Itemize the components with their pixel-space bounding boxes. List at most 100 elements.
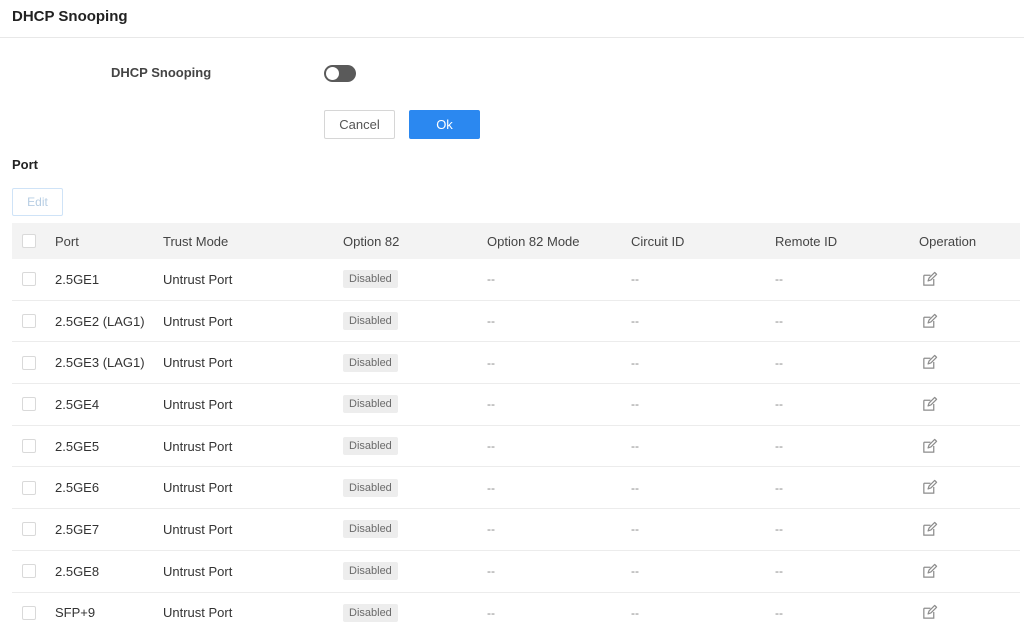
circuit-id-cell: --: [631, 564, 639, 579]
select-all-cell: [22, 223, 36, 259]
operation-cell: [921, 426, 938, 467]
table-row: 2.5GE3 (LAG1) Untrust Port Disabled -- -- --: [12, 342, 1020, 385]
remote-id-cell: --: [775, 605, 783, 620]
option82-cell: Disabled: [343, 426, 398, 467]
operation-cell: [921, 342, 938, 383]
circuit-id-cell: --: [631, 397, 639, 412]
row-checkbox[interactable]: [22, 397, 36, 412]
operation-cell: [921, 467, 938, 508]
option82-mode-cell: --: [487, 439, 495, 454]
port-cell: 2.5GE7: [55, 521, 100, 537]
trust-mode-cell: Untrust Port: [163, 563, 233, 579]
row-select-cell: [22, 551, 36, 592]
table-row: 2.5GE6 Untrust Port Disabled -- -- --: [12, 467, 1020, 510]
table-row: 2.5GE5 Untrust Port Disabled -- -- --: [12, 425, 1020, 468]
page-title: DHCP Snooping: [12, 8, 128, 25]
circuit-id-cell: --: [631, 314, 639, 329]
port-cell: 2.5GE4: [55, 396, 100, 412]
option82-status-badge: Disabled: [343, 353, 398, 372]
edit-icon[interactable]: [921, 354, 938, 371]
option82-mode-cell: --: [487, 564, 495, 579]
option82-mode-cell: --: [487, 522, 495, 537]
row-select-cell: [22, 509, 36, 550]
port-cell: 2.5GE2 (LAG1): [55, 313, 145, 329]
edit-icon[interactable]: [921, 396, 938, 413]
edit-icon[interactable]: [921, 271, 938, 288]
edit-icon[interactable]: [921, 563, 938, 580]
remote-id-cell: --: [775, 314, 783, 329]
option82-mode-cell: --: [487, 605, 495, 620]
option82-mode-cell: --: [487, 480, 495, 495]
column-header-option82[interactable]: Option 82: [343, 223, 399, 259]
row-select-cell: [22, 301, 36, 342]
option82-cell: Disabled: [343, 551, 398, 592]
column-header-operation: Operation: [919, 233, 977, 249]
option82-cell: Disabled: [343, 593, 398, 633]
table-row: 2.5GE8 Untrust Port Disabled -- -- --: [12, 550, 1020, 593]
row-select-cell: [22, 467, 36, 508]
table-header: Port Trust Mode Option 82 Option 82 Mode…: [12, 223, 1020, 259]
row-select-cell: [22, 593, 36, 633]
trust-mode-cell: Untrust Port: [163, 355, 233, 371]
column-header-option82-mode[interactable]: Option 82 Mode: [487, 223, 580, 259]
row-checkbox[interactable]: [22, 522, 36, 537]
row-select-cell: [22, 342, 36, 383]
row-checkbox[interactable]: [22, 355, 36, 370]
trust-mode-cell: Untrust Port: [163, 438, 233, 454]
select-all-checkbox[interactable]: [22, 234, 36, 248]
row-select-cell: [22, 384, 36, 425]
trust-mode-cell: Untrust Port: [163, 480, 233, 496]
edit-icon[interactable]: [921, 313, 938, 330]
option82-status-badge: Disabled: [343, 603, 398, 622]
option82-cell: Disabled: [343, 342, 398, 383]
trust-mode-cell: Untrust Port: [163, 605, 233, 621]
option82-status-badge: Disabled: [343, 312, 398, 331]
edit-button[interactable]: Edit: [12, 188, 63, 216]
option82-status-badge: Disabled: [343, 437, 398, 456]
edit-icon[interactable]: [921, 604, 938, 621]
option82-mode-cell: --: [487, 272, 495, 287]
edit-icon[interactable]: [921, 438, 938, 455]
row-checkbox[interactable]: [22, 480, 36, 495]
table-row: SFP+9 Untrust Port Disabled -- -- --: [12, 592, 1020, 633]
edit-icon[interactable]: [921, 479, 938, 496]
dhcp-snooping-toggle[interactable]: [324, 65, 356, 82]
option82-cell: Disabled: [343, 384, 398, 425]
cancel-button[interactable]: Cancel: [324, 110, 395, 139]
row-checkbox[interactable]: [22, 564, 36, 579]
port-cell: SFP+9: [55, 605, 96, 621]
option82-cell: Disabled: [343, 509, 398, 550]
operation-cell: [921, 551, 938, 592]
option82-cell: Disabled: [343, 467, 398, 508]
table-row: 2.5GE4 Untrust Port Disabled -- -- --: [12, 384, 1020, 426]
port-table: Port Trust Mode Option 82 Option 82 Mode…: [12, 223, 1020, 633]
circuit-id-cell: --: [631, 605, 639, 620]
operation-cell: [921, 301, 938, 342]
port-cell: 2.5GE8: [55, 563, 100, 579]
column-header-trust-mode[interactable]: Trust Mode: [163, 223, 228, 259]
remote-id-cell: --: [775, 439, 783, 454]
option82-status-badge: Disabled: [343, 270, 398, 289]
remote-id-cell: --: [775, 480, 783, 495]
row-checkbox[interactable]: [22, 314, 36, 329]
operation-cell: [921, 509, 938, 550]
page-header: DHCP Snooping: [0, 0, 1024, 38]
row-checkbox[interactable]: [22, 605, 36, 620]
row-checkbox[interactable]: [22, 272, 36, 287]
operation-cell: [921, 593, 938, 633]
column-header-remote-id[interactable]: Remote ID: [775, 223, 837, 259]
row-checkbox[interactable]: [22, 439, 36, 454]
circuit-id-cell: --: [631, 355, 639, 370]
operation-cell: [921, 384, 938, 425]
column-header-circuit-id[interactable]: Circuit ID: [631, 223, 684, 259]
option82-status-badge: Disabled: [343, 395, 398, 414]
ok-button[interactable]: Ok: [409, 110, 480, 139]
column-header-port[interactable]: Port: [55, 223, 79, 259]
option82-cell: Disabled: [343, 259, 398, 300]
edit-icon[interactable]: [921, 521, 938, 538]
table-body: 2.5GE1 Untrust Port Disabled -- -- -- 2.5GE2 (…: [12, 259, 1020, 633]
port-cell: 2.5GE6: [55, 480, 100, 496]
table-row: 2.5GE7 Untrust Port Disabled -- -- --: [12, 509, 1020, 551]
remote-id-cell: --: [775, 397, 783, 412]
option82-mode-cell: --: [487, 355, 495, 370]
